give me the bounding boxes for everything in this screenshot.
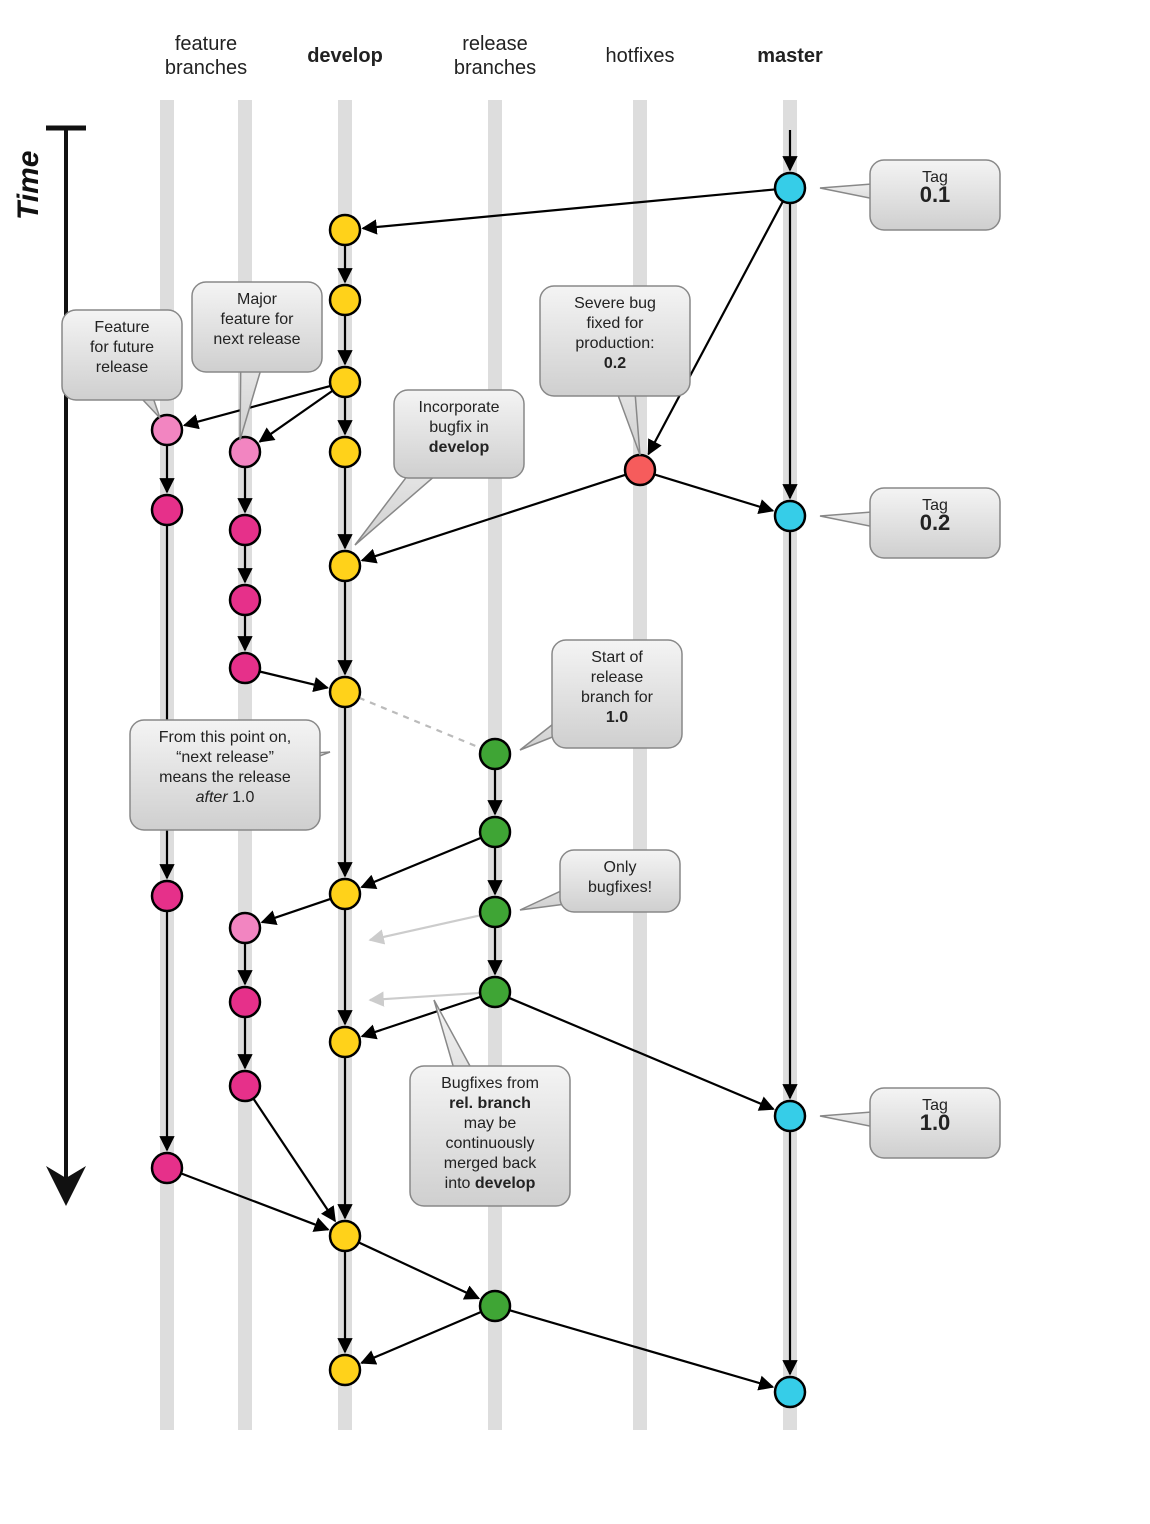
- commit-node: [230, 585, 260, 615]
- commit-node: [330, 879, 360, 909]
- callout-tag02: Tag0.2: [820, 488, 1000, 558]
- arrow: [262, 899, 331, 922]
- commit-node: [152, 415, 182, 445]
- commit-node: [230, 913, 260, 943]
- commit-node: [330, 1027, 360, 1057]
- arrow: [184, 386, 330, 425]
- arrow: [370, 993, 480, 1000]
- commit-node: [330, 1221, 360, 1251]
- svg-text:release: release: [462, 33, 528, 55]
- callout-tag10: Tag1.0: [820, 1088, 1000, 1158]
- svg-text:master: master: [757, 45, 823, 67]
- time-axis: Time: [12, 128, 86, 1190]
- arrow: [260, 391, 333, 442]
- lane-label-develop: develop: [307, 45, 383, 67]
- lane-label-feature: featurebranches: [165, 33, 247, 79]
- commit-node: [625, 455, 655, 485]
- commit-node: [330, 285, 360, 315]
- callout-severe: Severe bugfixed forproduction:0.2: [540, 286, 690, 455]
- arrow: [181, 1173, 328, 1229]
- commit-node: [330, 215, 360, 245]
- lane-label-hotfix: hotfixes: [606, 45, 675, 67]
- commit-node: [330, 1355, 360, 1385]
- callout-text: Tag0.2: [920, 497, 951, 535]
- commit-node: [230, 515, 260, 545]
- callout-text: Tag1.0: [920, 1097, 951, 1135]
- commit-node: [775, 1101, 805, 1131]
- commit-node: [775, 501, 805, 531]
- gitflow-diagram: Time featurebranchesdevelopreleasebranch…: [0, 0, 1150, 1524]
- arrow: [260, 672, 328, 688]
- commit-node: [330, 437, 360, 467]
- callout-tag01: Tag0.1: [820, 160, 1000, 230]
- commit-node: [330, 677, 360, 707]
- commit-node: [152, 1153, 182, 1183]
- lane-label-release: releasebranches: [454, 33, 536, 79]
- commit-node: [480, 739, 510, 769]
- arrow: [362, 838, 482, 887]
- callout-text: Tag0.1: [920, 169, 951, 207]
- callout-text: Incorporatebugfix indevelop: [419, 399, 500, 456]
- callout-startRel: Start ofreleasebranch for1.0: [520, 640, 682, 750]
- svg-text:branches: branches: [454, 57, 536, 79]
- svg-text:feature: feature: [175, 33, 237, 55]
- svg-text:develop: develop: [307, 45, 383, 67]
- commit-node: [152, 881, 182, 911]
- arrow: [253, 1098, 335, 1221]
- svg-text:branches: branches: [165, 57, 247, 79]
- callout-text: Featurefor futurerelease: [90, 319, 154, 376]
- arrow: [362, 997, 481, 1037]
- arrow: [359, 698, 479, 747]
- commit-node: [480, 897, 510, 927]
- arrow: [370, 915, 480, 940]
- callout-onlyBug: Onlybugfixes!: [520, 850, 680, 912]
- callout-fromPoint: From this point on,“next release”means t…: [130, 720, 330, 830]
- commit-node: [330, 551, 360, 581]
- callout-majorFeat: Majorfeature fornext release: [192, 282, 322, 440]
- commit-node: [230, 653, 260, 683]
- commit-node: [330, 367, 360, 397]
- time-label: Time: [12, 151, 45, 220]
- commit-node: [480, 977, 510, 1007]
- arrow: [362, 1312, 482, 1363]
- svg-text:hotfixes: hotfixes: [606, 45, 675, 67]
- commit-node: [230, 987, 260, 1017]
- commit-node: [230, 437, 260, 467]
- lane-label-master: master: [757, 45, 823, 67]
- commit-node: [775, 1377, 805, 1407]
- commit-node: [480, 817, 510, 847]
- commit-node: [152, 495, 182, 525]
- arrow: [359, 1242, 479, 1298]
- arrow: [654, 474, 772, 510]
- commit-node: [230, 1071, 260, 1101]
- arrow: [363, 189, 775, 228]
- callouts: Tag0.1 Tag0.2 Tag1.0 Featurefor futurerelea…: [62, 160, 1000, 1206]
- commit-node: [480, 1291, 510, 1321]
- commit-node: [775, 173, 805, 203]
